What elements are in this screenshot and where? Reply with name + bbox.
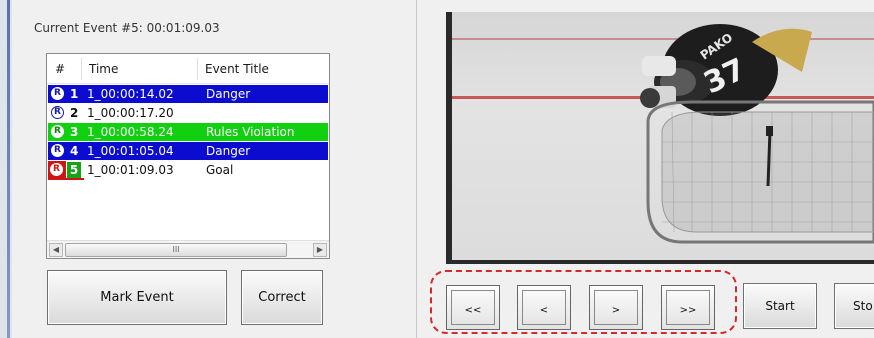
column-separator[interactable]	[197, 58, 198, 80]
registered-badge-icon: R	[51, 87, 64, 100]
registered-badge-icon: R	[51, 125, 64, 138]
video-frame: PAKO 37	[452, 12, 874, 260]
registered-badge-icon: R	[50, 163, 63, 176]
event-number: 2	[70, 106, 79, 120]
event-number: 1	[70, 87, 79, 101]
video-player[interactable]: PAKO 37	[446, 12, 874, 264]
rewind-button[interactable]: <	[517, 285, 571, 330]
correct-button[interactable]: Correct	[241, 270, 323, 325]
event-row-1[interactable]: R 1 1_00:00:14.02 Danger	[48, 85, 328, 103]
event-title: Goal	[206, 163, 234, 177]
mark-event-button[interactable]: Mark Event	[47, 270, 227, 325]
rewind-label: <	[539, 305, 549, 316]
event-time: 1_00:00:58.24	[87, 125, 174, 139]
current-event-label: Current Event #5: 00:01:09.03	[34, 21, 220, 35]
forward-fast-label: >>	[679, 305, 697, 316]
rewind-fast-label: <<	[464, 305, 482, 316]
forward-label: >	[611, 305, 621, 316]
window-left-edge	[0, 0, 12, 338]
rewind-fast-button[interactable]: <<	[446, 285, 500, 330]
column-header-number[interactable]: #	[55, 62, 65, 76]
event-time: 1_00:01:09.03	[87, 163, 174, 177]
start-button[interactable]: Start	[743, 283, 817, 329]
scroll-thumb[interactable]: III	[65, 243, 287, 257]
events-list-header: # Time Event Title	[47, 54, 329, 84]
horizontal-scrollbar[interactable]: ◀ III ▶	[47, 240, 329, 258]
event-number: 3	[70, 125, 79, 139]
hockey-scene-image: PAKO 37	[640, 24, 874, 244]
event-time: 1_00:00:17.20	[87, 106, 174, 120]
scroll-left-icon[interactable]: ◀	[49, 243, 63, 257]
panel-splitter[interactable]	[416, 0, 430, 338]
event-row-4[interactable]: R 4 1_00:01:05.04 Danger	[48, 142, 328, 160]
event-row-3[interactable]: R 3 1_00:00:58.24 Rules Violation	[48, 123, 328, 141]
column-header-title[interactable]: Event Title	[205, 62, 269, 76]
column-header-time[interactable]: Time	[89, 62, 118, 76]
forward-fast-button[interactable]: >>	[661, 285, 715, 330]
events-list[interactable]: # Time Event Title R 1 1_00:00:14.02 Dan…	[46, 53, 330, 259]
event-title: Danger	[206, 87, 251, 101]
current-underline	[48, 178, 84, 180]
event-title: Rules Violation	[206, 125, 295, 139]
stop-button[interactable]: Sto	[834, 283, 874, 329]
column-separator[interactable]	[81, 58, 82, 80]
event-title: Danger	[206, 144, 251, 158]
event-number: 5	[67, 162, 81, 178]
event-row-2[interactable]: R 2 1_00:00:17.20	[48, 104, 328, 122]
registered-badge-icon: R	[51, 144, 64, 157]
forward-button[interactable]: >	[589, 285, 643, 330]
registered-badge-icon: R	[51, 106, 64, 119]
event-time: 1_00:00:14.02	[87, 87, 174, 101]
event-time: 1_00:01:05.04	[87, 144, 174, 158]
event-row-5-current[interactable]: R 5 1_00:01:09.03 Goal	[48, 161, 328, 180]
scroll-right-icon[interactable]: ▶	[313, 243, 327, 257]
window-edge-stripe	[7, 0, 10, 338]
event-number: 4	[70, 144, 79, 158]
